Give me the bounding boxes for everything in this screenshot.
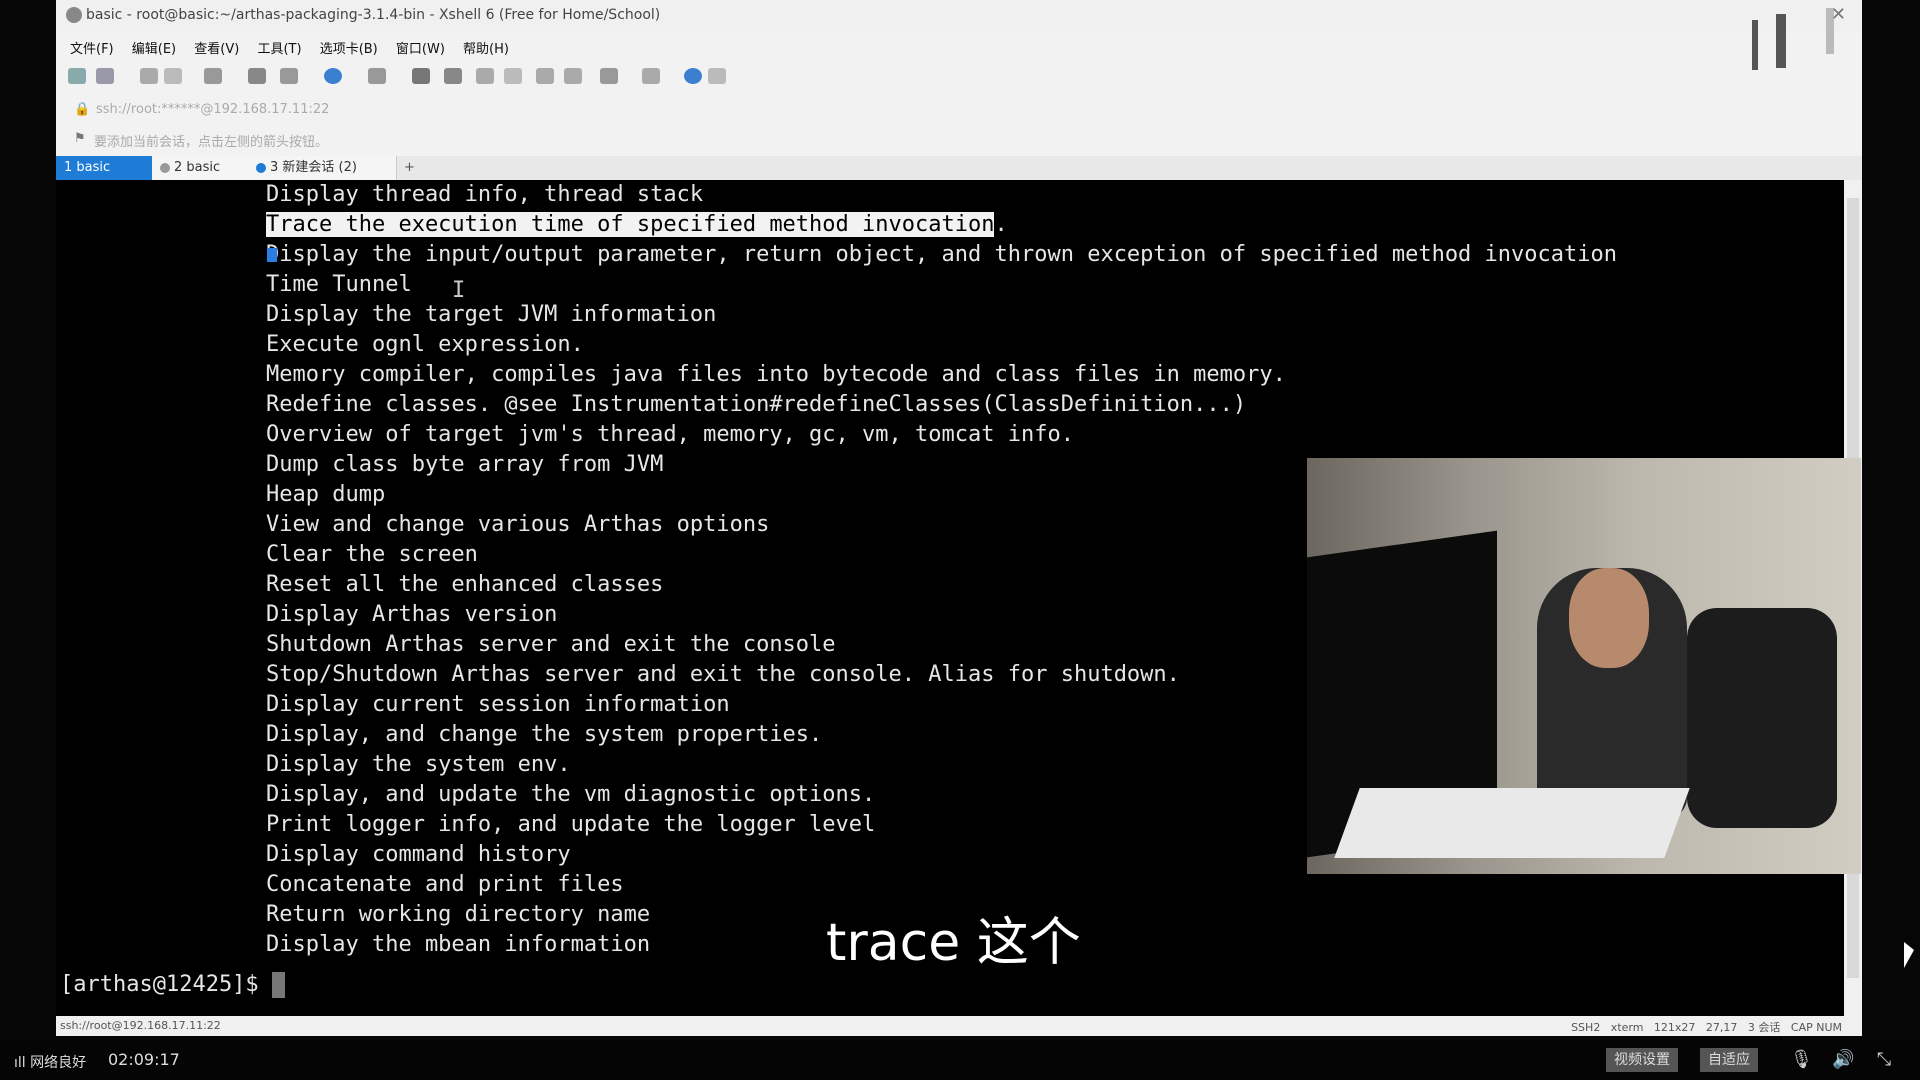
menu-bar: 文件(F) 编辑(E) 查看(V) 工具(T) 选项卡(B) 窗口(W) 帮助(… <box>56 34 1862 58</box>
desk-image <box>1334 788 1690 858</box>
add-tab-button[interactable]: + <box>396 156 424 180</box>
title-bar: basic - root@basic:~/arthas-packaging-3.… <box>56 0 1862 70</box>
window-title: basic - root@basic:~/arthas-packaging-3.… <box>86 7 661 23</box>
menu-edit[interactable]: 编辑(E) <box>132 38 176 57</box>
status-connection: ssh://root@192.168.17.11:22 <box>60 1019 221 1032</box>
terminal-line: Display the target JVM information <box>266 302 717 327</box>
terminal-line: Display command history <box>266 842 571 867</box>
terminal-line: Reset all the enhanced classes <box>266 572 664 597</box>
search-icon[interactable] <box>248 68 266 84</box>
status-bar: ssh://root@192.168.17.11:22 SSH2 xterm 1… <box>56 1016 1862 1036</box>
terminal-line: Shutdown Arthas server and exit the cons… <box>266 632 836 657</box>
terminal-line: Time Tunnel <box>266 272 412 297</box>
terminal-line-highlighted: Trace the execution time of specified me… <box>266 210 1008 240</box>
tab-2-basic[interactable]: 2 basic <box>152 156 257 180</box>
layout-icon[interactable] <box>600 68 618 84</box>
help-icon[interactable] <box>684 68 702 84</box>
toolbar <box>68 64 828 90</box>
pen-icon[interactable] <box>564 68 582 84</box>
video-settings-button[interactable]: 视频设置 <box>1606 1048 1678 1072</box>
notice-bar: ⚑ 要添加当前会话，点击左侧的箭头按钮。 <box>56 128 1862 152</box>
tab-label: 1 basic <box>64 160 111 175</box>
terminal-line: Display the input/output parameter, retu… <box>266 242 1618 267</box>
terminal-line: Dump class byte array from JVM <box>266 452 664 477</box>
menu-tools[interactable]: 工具(T) <box>257 38 301 57</box>
copy-icon[interactable] <box>204 68 222 84</box>
player-controls-bar: ıll 网络良好 02:09:17 视频设置 自适应 🎙 🔊 ⤡ <box>0 1040 1920 1080</box>
terminal-line: Display current session information <box>266 692 730 717</box>
selection-marker-icon <box>267 248 277 262</box>
terminal-line: Display, and update the vm diagnostic op… <box>266 782 876 807</box>
terminal-line: Display Arthas version <box>266 602 558 627</box>
menu-help[interactable]: 帮助(H) <box>463 38 509 57</box>
ibeam-cursor-icon: I <box>452 278 466 303</box>
xftp-icon[interactable] <box>412 68 430 84</box>
lock-icon[interactable] <box>504 68 522 84</box>
fullscreen-exit-icon[interactable]: ⤡ <box>1874 1050 1894 1070</box>
menu-window[interactable]: 窗口(W) <box>396 38 445 57</box>
presenter-head-image <box>1569 568 1649 668</box>
status-dot-icon <box>256 162 266 173</box>
tab-1-basic[interactable]: 1 basic <box>56 156 160 180</box>
menu-file[interactable]: 文件(F) <box>70 38 114 57</box>
terminal-line: View and change various Arthas options <box>266 512 770 537</box>
lock-icon: 🔒 <box>74 102 91 117</box>
terminal-line: Memory compiler, compiles java files int… <box>266 362 1286 387</box>
selected-text: Trace the execution time of specified me… <box>266 212 995 237</box>
disconnect-icon[interactable] <box>164 68 182 84</box>
chat-icon[interactable] <box>708 68 726 84</box>
terminal-line: Concatenate and print files <box>266 872 624 897</box>
mic-muted-icon[interactable]: 🎙 <box>1790 1050 1813 1070</box>
terminal-line: Clear the screen <box>266 542 478 567</box>
print-icon[interactable] <box>280 68 298 84</box>
script-icon[interactable] <box>444 68 462 84</box>
mouse-pointer-icon <box>1904 942 1914 968</box>
terminal-line: Execute ognl expression. <box>266 332 584 357</box>
menu-tab[interactable]: 选项卡(B) <box>320 38 378 57</box>
terminal-line: Return working directory name <box>266 902 651 927</box>
video-subtitle: trace 这个 <box>826 913 1081 973</box>
address-bar[interactable]: 🔒 ssh://root:******@192.168.17.11:22 <box>56 98 1862 122</box>
terminal-line: Heap dump <box>266 482 386 507</box>
new-session-icon[interactable] <box>68 68 86 84</box>
tab-bar: 1 basic 2 basic 3 新建会话 (2) + <box>56 156 1862 180</box>
adaptive-button[interactable]: 自适应 <box>1700 1048 1758 1072</box>
shell-prompt[interactable]: [arthas@12425]$ <box>60 970 285 1000</box>
text-cursor <box>271 972 285 998</box>
fullscreen-icon[interactable] <box>476 68 494 84</box>
keyboard-icon[interactable] <box>536 68 554 84</box>
address-text: ssh://root:******@192.168.17.11:22 <box>96 102 330 117</box>
connect-icon[interactable] <box>140 68 158 84</box>
tab-label: 3 新建会话 (2) <box>270 160 357 175</box>
terminal-line: Print logger info, and update the logger… <box>266 812 876 837</box>
terminal-line: Stop/Shutdown Arthas server and exit the… <box>266 662 1180 687</box>
terminal-line: Display the system env. <box>266 752 571 777</box>
playback-time: 02:09:17 <box>108 1050 180 1069</box>
menu-view[interactable]: 查看(V) <box>194 38 239 57</box>
volume-icon[interactable]: 🔊 <box>1832 1050 1854 1070</box>
signal-icon: ıll <box>14 1055 31 1071</box>
open-folder-icon[interactable] <box>96 68 114 84</box>
terminal-line: Display thread info, thread stack <box>266 182 704 207</box>
selected-tail: . <box>994 212 1008 237</box>
notice-text: 要添加当前会话，点击左侧的箭头按钮。 <box>94 135 329 150</box>
prompt-text: [arthas@12425]$ <box>60 972 272 997</box>
terminal-line: Redefine classes. @see Instrumentation#r… <box>266 392 1247 417</box>
terminal-line: Display, and change the system propertie… <box>266 722 823 747</box>
terminal-line: Display the mbean information <box>266 932 651 957</box>
tab-label: 2 basic <box>174 160 221 175</box>
terminal-line: Overview of target jvm's thread, memory,… <box>266 422 1074 447</box>
app-icon <box>66 7 82 23</box>
status-dot-icon <box>160 162 170 173</box>
tab-3-new-session[interactable]: 3 新建会话 (2) <box>248 156 397 180</box>
globe-icon[interactable] <box>324 68 342 84</box>
status-details: SSH2 xterm 121x27 27,17 3 会话 CAP NUM <box>1571 1021 1842 1034</box>
close-icon[interactable]: ✕ <box>1831 4 1846 25</box>
font-icon[interactable] <box>368 68 386 84</box>
network-status: ıll 网络良好 <box>14 1055 87 1071</box>
webcam-overlay <box>1307 458 1861 874</box>
bookmark-icon: ⚑ <box>74 131 86 146</box>
chair-image <box>1687 608 1837 828</box>
tile-icon[interactable] <box>642 68 660 84</box>
